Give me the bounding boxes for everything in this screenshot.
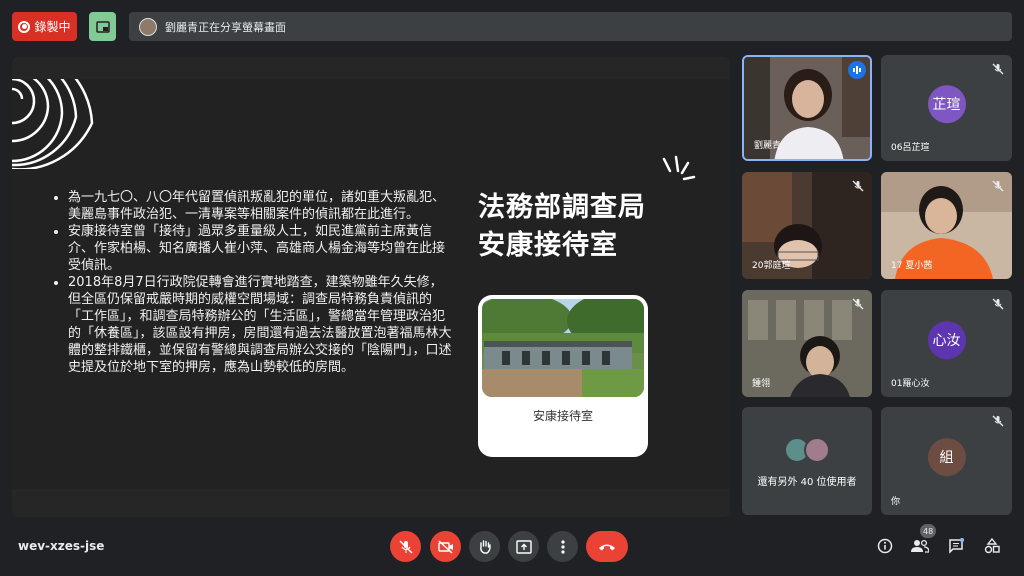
leave-call-button[interactable]: [586, 531, 628, 562]
pip-button[interactable]: [89, 12, 116, 41]
decorative-arcs-icon: [12, 79, 94, 169]
muted-mic-icon: [850, 296, 866, 312]
muted-mic-icon: [990, 413, 1006, 429]
people-button[interactable]: [909, 535, 931, 557]
participant-tile[interactable]: 17 夏小茜: [881, 172, 1012, 279]
others-avatars: [784, 437, 834, 463]
more-options-button[interactable]: [547, 531, 578, 562]
slide-bullet-list: 為一九七〇、八〇年代留置偵訊叛亂犯的單位，諸如重大叛亂犯、美麗島事件政治犯、一清…: [52, 189, 452, 376]
participant-tile[interactable]: 鍾翎: [742, 290, 872, 397]
participant-name: 你: [891, 497, 901, 507]
bottom-bar: wev-xzes-jse 48: [0, 520, 1024, 576]
meeting-code: wev-xzes-jse: [18, 539, 105, 553]
participant-name: 17 夏小茜: [891, 261, 933, 271]
participant-avatar: 組: [927, 438, 966, 477]
slide-bullet: 2018年8月7日行政院促轉會進行實地踏查，建築物雖年久失修，但全區仍保留戒嚴時…: [68, 274, 452, 376]
participant-name: 01羅心汝: [891, 379, 930, 389]
chat-button[interactable]: [945, 535, 967, 557]
muted-mic-icon: [990, 61, 1006, 77]
people-icon: [911, 539, 929, 553]
audio-level-icon: [853, 66, 861, 74]
building-photo: [482, 299, 644, 397]
photo-card: 安康接待室: [478, 295, 648, 457]
sparkle-lines-icon: [662, 155, 696, 181]
slide-bullet: 安康接待室曾「接待」過眾多重量級人士，如民進黨前主席黃信介、作家柏楊、知名廣播人…: [68, 223, 452, 274]
participant-name: 20郭庭瑄: [752, 261, 791, 271]
more-vert-icon: [560, 539, 565, 554]
participant-name: 劉麗青: [754, 141, 782, 151]
participant-tile[interactable]: 劉麗青: [742, 55, 872, 161]
hand-icon: [479, 539, 491, 554]
participant-name: 06呂芷瑄: [891, 143, 930, 153]
muted-mic-icon: [990, 296, 1006, 312]
present-icon: [515, 539, 532, 554]
screen-share-banner: 劉麗青正在分享螢幕畫面: [129, 12, 1012, 41]
picture-in-picture-icon: [95, 20, 110, 33]
people-count-badge: 48: [920, 524, 937, 538]
muted-mic-icon: [850, 178, 866, 194]
self-tile[interactable]: 組 你: [881, 407, 1012, 515]
participant-avatar: 心汝: [927, 320, 966, 359]
slide-bullet: 為一九七〇、八〇年代留置偵訊叛亂犯的單位，諸如重大叛亂犯、美麗島事件政治犯、一清…: [68, 189, 452, 223]
others-label: 還有另外 40 位使用者: [757, 477, 857, 488]
camera-off-icon: [437, 539, 453, 554]
participant-name: 鍾翎: [752, 379, 771, 389]
shared-screen: 為一九七〇、八〇年代留置偵訊叛亂犯的單位，諸如重大叛亂犯、美麗島事件政治犯、一清…: [12, 57, 730, 517]
activities-shapes-icon: [984, 538, 1000, 554]
chat-icon: [949, 538, 964, 554]
present-screen-button[interactable]: [508, 531, 539, 562]
presenter-avatar: [139, 17, 157, 36]
slide-title-line: 安康接待室: [478, 230, 618, 261]
recording-label: 錄製中: [34, 20, 71, 34]
mic-toggle-button[interactable]: [390, 531, 421, 562]
muted-mic-icon: [990, 178, 1006, 194]
participant-tile[interactable]: 心汝 01羅心汝: [881, 290, 1012, 397]
participant-tile[interactable]: 20郭庭瑄: [742, 172, 872, 279]
participant-avatar: 芷瑄: [927, 85, 966, 124]
speaking-indicator: [848, 61, 866, 79]
camera-toggle-button[interactable]: [430, 531, 461, 562]
raise-hand-button[interactable]: [469, 531, 500, 562]
hang-up-icon: [599, 544, 615, 550]
photo-caption: 安康接待室: [532, 409, 593, 423]
meeting-details-button[interactable]: [874, 535, 896, 557]
mic-off-icon: [398, 539, 413, 554]
activities-button[interactable]: [981, 535, 1003, 557]
slide-title-line: 法務部調查局: [478, 192, 646, 223]
top-bar: 錄製中 劉麗青正在分享螢幕畫面: [0, 0, 1024, 54]
info-icon: [877, 538, 893, 554]
presentation-slide: 為一九七〇、八〇年代留置偵訊叛亂犯的單位，諸如重大叛亂犯、美麗島事件政治犯、一清…: [12, 79, 730, 489]
share-status-text: 劉麗青正在分享螢幕畫面: [165, 20, 286, 34]
record-icon: [18, 20, 31, 33]
recording-indicator[interactable]: 錄製中: [12, 12, 77, 41]
slide-title: 法務部調查局 安康接待室: [478, 189, 646, 265]
others-tile[interactable]: 還有另外 40 位使用者: [742, 407, 872, 515]
participant-tile[interactable]: 芷瑄 06呂芷瑄: [881, 55, 1012, 161]
